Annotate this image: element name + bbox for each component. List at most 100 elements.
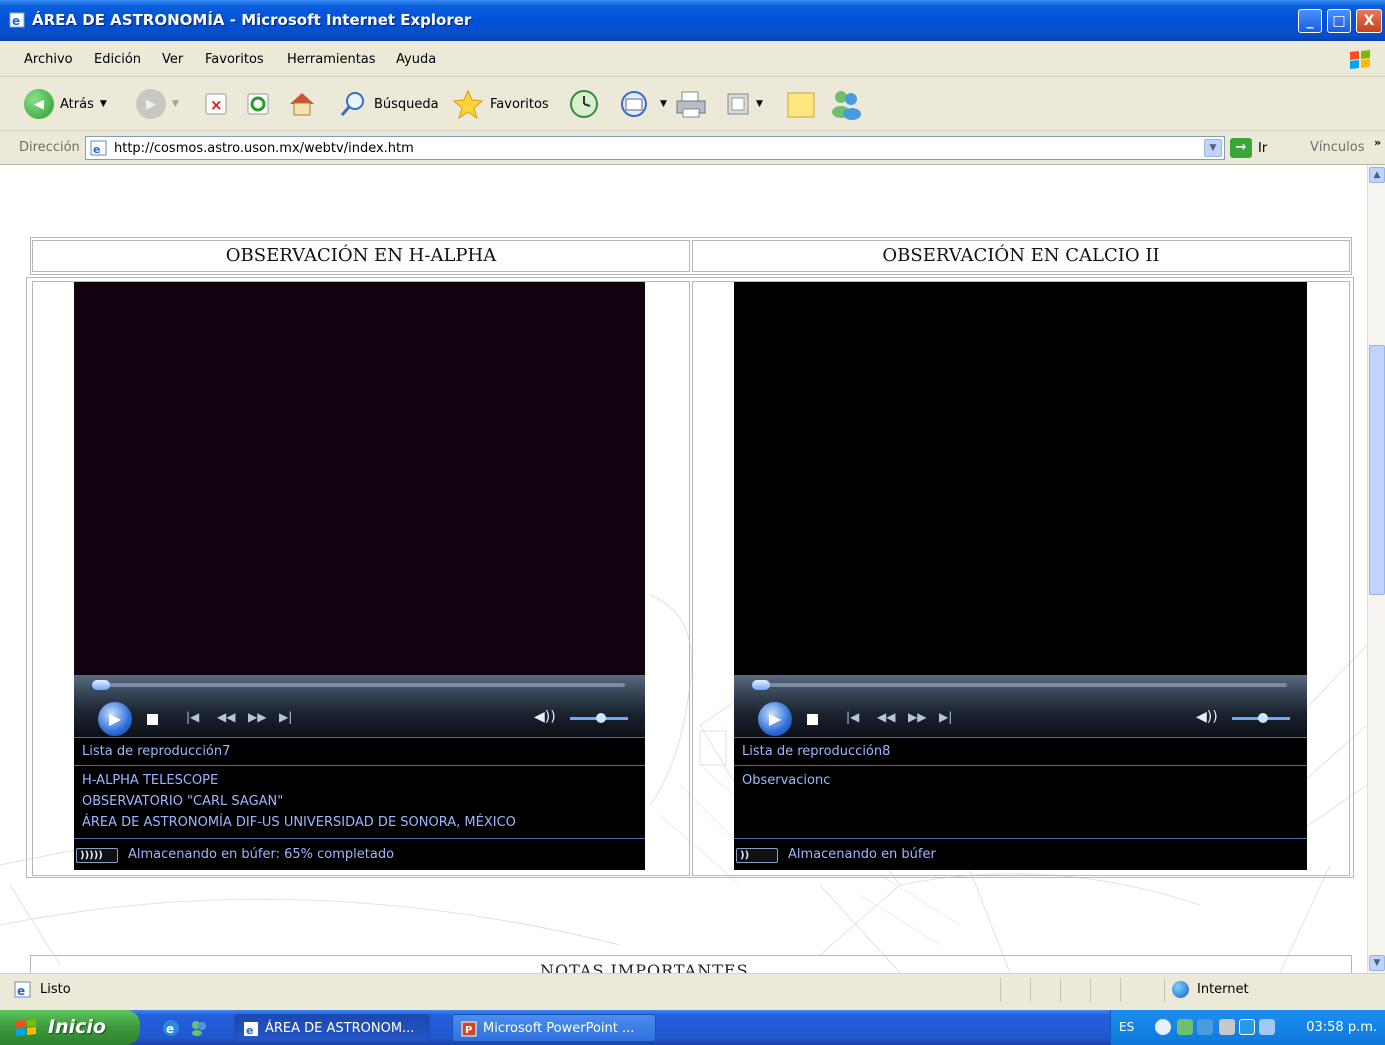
- minimize-button[interactable]: _: [1298, 9, 1322, 33]
- tray-network-icon[interactable]: [1177, 1019, 1193, 1035]
- edit-icon: [727, 93, 749, 115]
- taskbar-item-ie[interactable]: e ÁREA DE ASTRONOM...: [234, 1014, 430, 1042]
- back-button[interactable]: ◀ Atrás ▼: [24, 85, 107, 123]
- play-button[interactable]: ▶: [758, 702, 792, 736]
- playlist-item[interactable]: H-ALPHA TELESCOPE: [82, 770, 637, 791]
- home-button[interactable]: [286, 85, 318, 123]
- close-button[interactable]: X: [1356, 9, 1382, 33]
- status-divider: [1120, 978, 1121, 1002]
- volume-handle[interactable]: [596, 713, 606, 723]
- maximize-button[interactable]: □: [1327, 9, 1351, 33]
- edit-button[interactable]: ▼: [726, 85, 763, 123]
- volume-icon[interactable]: ◀)): [534, 709, 556, 725]
- stop-button[interactable]: [147, 714, 158, 725]
- taskbar-item-powerpoint[interactable]: P Microsoft PowerPoint ...: [452, 1014, 656, 1042]
- volume-slider[interactable]: [570, 713, 628, 723]
- tray-app-icon[interactable]: [1239, 1019, 1255, 1035]
- refresh-icon: [247, 93, 269, 115]
- rewind-icon[interactable]: ◀◀: [217, 710, 235, 724]
- seek-bar[interactable]: [92, 680, 625, 690]
- fast-forward-icon[interactable]: ▶▶: [908, 710, 926, 724]
- seek-handle[interactable]: [752, 680, 770, 690]
- security-zone[interactable]: Internet: [1172, 981, 1249, 998]
- menu-favoritos[interactable]: Favoritos: [205, 52, 264, 67]
- globe-icon: [1172, 981, 1189, 998]
- favorites-label: Favoritos: [490, 96, 549, 112]
- language-indicator[interactable]: ES: [1119, 1020, 1134, 1034]
- ie-quicklaunch-icon[interactable]: e: [162, 1019, 180, 1037]
- tray-wireless-icon[interactable]: [1259, 1019, 1275, 1035]
- system-tray: ES 03:58 p.m.: [1110, 1010, 1385, 1045]
- start-label: Inicio: [48, 1016, 106, 1038]
- menu-archivo[interactable]: Archivo: [24, 52, 73, 67]
- svg-text:e: e: [12, 14, 20, 28]
- svg-text:e: e: [246, 1024, 253, 1037]
- seek-handle[interactable]: [92, 680, 110, 690]
- vertical-scrollbar[interactable]: ▲ ▼: [1367, 165, 1385, 973]
- playlist-title[interactable]: Lista de reproducción7: [74, 737, 645, 766]
- search-icon: [340, 92, 364, 116]
- stop-button[interactable]: ×: [204, 85, 230, 123]
- address-input[interactable]: e http://cosmos.astro.uson.mx/webtv/inde…: [85, 136, 1225, 160]
- messenger-quicklaunch-icon[interactable]: [190, 1019, 208, 1037]
- scroll-thumb[interactable]: [1369, 345, 1385, 595]
- svg-text:e: e: [17, 984, 25, 998]
- search-button[interactable]: Búsqueda: [338, 85, 439, 123]
- chevron-right-icon[interactable]: »: [1374, 136, 1381, 149]
- forward-button[interactable]: ▶ ▼: [136, 85, 179, 123]
- tray-expand-icon[interactable]: [1155, 1019, 1171, 1035]
- printer-icon: [676, 91, 706, 118]
- h-alpha-media-player: ▶ |◀ ◀◀ ▶▶ ▶| ◀)) Lista de reproducción7…: [74, 282, 645, 870]
- scroll-down-icon[interactable]: ▼: [1369, 955, 1385, 971]
- start-button[interactable]: Inicio: [0, 1010, 140, 1045]
- clock: 03:58 p.m.: [1306, 1020, 1377, 1035]
- history-button[interactable]: [568, 85, 600, 123]
- print-button[interactable]: [674, 85, 708, 123]
- volume-slider[interactable]: [1232, 713, 1290, 723]
- rewind-icon[interactable]: ◀◀: [877, 710, 895, 724]
- messenger-button[interactable]: [828, 85, 864, 123]
- calcio-media-player: ▶ |◀ ◀◀ ▶▶ ▶| ◀)) Lista de reproducción8…: [734, 282, 1307, 870]
- previous-icon[interactable]: |◀: [846, 710, 859, 724]
- video-display[interactable]: [734, 282, 1307, 675]
- mail-dropdown-icon: ▼: [660, 99, 667, 109]
- menu-ayuda[interactable]: Ayuda: [396, 52, 436, 67]
- play-button[interactable]: ▶: [98, 702, 132, 736]
- scroll-up-icon[interactable]: ▲: [1369, 167, 1385, 183]
- go-button[interactable]: → Ir: [1230, 138, 1267, 158]
- playlist-body: Observacionc: [734, 766, 1307, 838]
- left-section-title: OBSERVACIÓN EN H-ALPHA: [32, 240, 690, 272]
- video-display[interactable]: [74, 282, 645, 675]
- playlist-item[interactable]: Observacionc: [742, 770, 1299, 791]
- menu-ver[interactable]: Ver: [162, 52, 183, 67]
- menu-edicion[interactable]: Edición: [94, 52, 141, 67]
- volume-icon[interactable]: ◀)): [1196, 709, 1218, 725]
- next-icon[interactable]: ▶|: [279, 710, 292, 724]
- fast-forward-icon[interactable]: ▶▶: [248, 710, 266, 724]
- stop-button[interactable]: [807, 714, 818, 725]
- edit-dropdown-icon: ▼: [756, 99, 763, 109]
- buffering-status: Almacenando en búfer: [788, 847, 936, 862]
- playlist-item[interactable]: ÁREA DE ASTRONOMÍA DIF-US UNIVERSIDAD DE…: [82, 812, 637, 833]
- playlist-item[interactable]: OBSERVATORIO "CARL SAGAN": [82, 791, 637, 812]
- mail-button[interactable]: ▼: [620, 85, 667, 123]
- address-dropdown-icon[interactable]: ▼: [1204, 139, 1222, 157]
- tray-messenger-icon[interactable]: [1197, 1019, 1213, 1035]
- buffering-icon: )): [736, 848, 778, 863]
- menu-herramientas[interactable]: Herramientas: [287, 52, 376, 67]
- playlist-title[interactable]: Lista de reproducción8: [734, 737, 1307, 766]
- go-arrow-icon: →: [1230, 138, 1252, 158]
- player-controls: ▶ |◀ ◀◀ ▶▶ ▶| ◀)): [74, 675, 645, 737]
- links-button[interactable]: Vínculos: [1310, 140, 1364, 155]
- next-icon[interactable]: ▶|: [939, 710, 952, 724]
- discuss-button[interactable]: [786, 85, 816, 123]
- volume-handle[interactable]: [1258, 713, 1268, 723]
- status-text: Listo: [40, 982, 71, 997]
- seek-bar[interactable]: [752, 680, 1287, 690]
- favorites-button[interactable]: Favoritos: [452, 85, 549, 123]
- refresh-button[interactable]: [246, 85, 272, 123]
- tray-device-icon[interactable]: [1219, 1019, 1235, 1035]
- previous-icon[interactable]: |◀: [186, 710, 199, 724]
- windows-logo-icon: [1350, 50, 1370, 69]
- window-title: ÁREA DE ASTRONOMÍA - Microsoft Internet …: [32, 11, 472, 29]
